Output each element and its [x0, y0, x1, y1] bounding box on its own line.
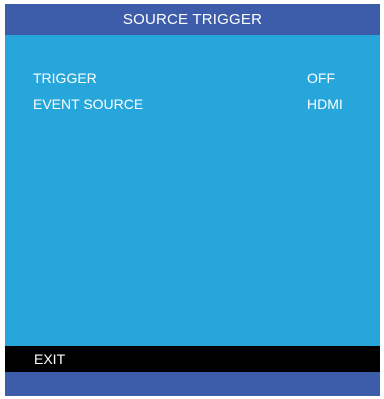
menu-title: SOURCE TRIGGER: [122, 11, 263, 28]
menu-item-event-source[interactable]: EVENT SOURCE HDMI: [5, 94, 380, 114]
menu-item-label: TRIGGER: [33, 70, 97, 86]
exit-label: EXIT: [34, 351, 66, 367]
menu-item-value[interactable]: HDMI: [307, 94, 343, 114]
menu-item-label: EVENT SOURCE: [33, 96, 144, 112]
menu-content-panel: TRIGGER OFF EVENT SOURCE HDMI: [5, 35, 380, 346]
exit-button[interactable]: EXIT: [5, 346, 380, 372]
menu-footer-bar: [5, 372, 380, 396]
menu-item-value[interactable]: OFF: [307, 68, 335, 88]
menu-title-bar: SOURCE TRIGGER: [5, 4, 380, 35]
osd-menu-window: SOURCE TRIGGER TRIGGER OFF EVENT SOURCE …: [5, 4, 380, 396]
menu-item-trigger[interactable]: TRIGGER OFF: [5, 68, 380, 88]
